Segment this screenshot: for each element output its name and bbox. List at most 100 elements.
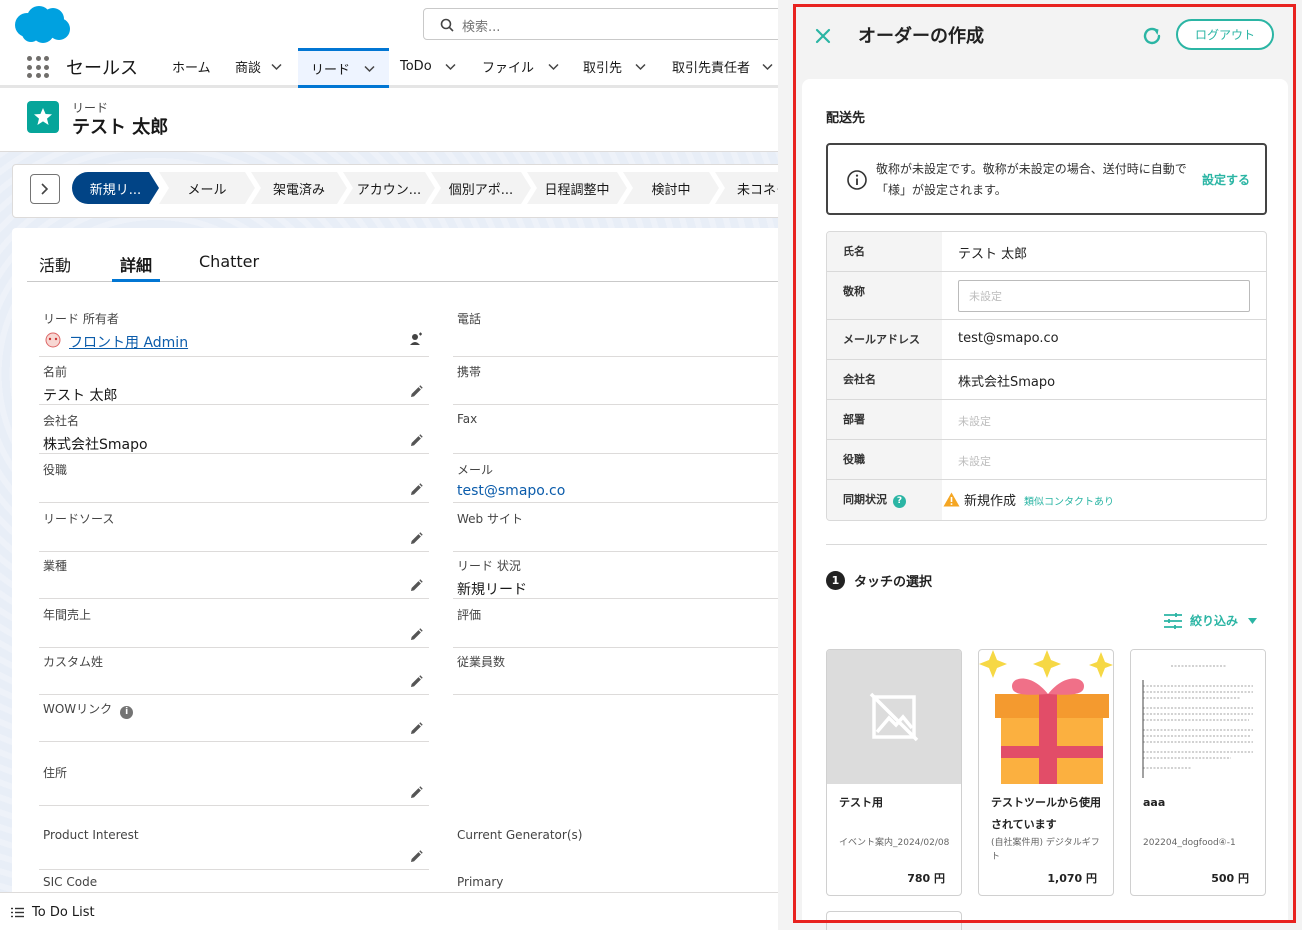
path-stage-appointment[interactable]: 個別アポ...: [431, 172, 531, 204]
similar-contact-link[interactable]: 類似コンタクトあり: [1024, 497, 1114, 508]
path-stage-unconnected[interactable]: 未コネク: [715, 172, 778, 204]
field-custom-lastname: カスタム姓: [39, 647, 429, 695]
path-stage-email[interactable]: メール: [159, 172, 255, 204]
pencil-icon[interactable]: [409, 675, 423, 689]
row-honorific: 敬称 未設定: [827, 272, 1266, 320]
sales-path: 新規リ... メール 架電済み アカウン... 個別アポ... 日程調整中 検討…: [12, 164, 778, 218]
chevron-down-icon[interactable]: [364, 63, 375, 74]
shipping-section-title: 配送先: [826, 111, 866, 126]
warning-icon: [943, 492, 960, 507]
change-owner-icon[interactable]: [409, 332, 423, 346]
salesforce-logo[interactable]: [13, 5, 73, 45]
tab-chatter[interactable]: Chatter: [199, 252, 259, 271]
field-lead-source: リードソース: [39, 504, 429, 552]
field-annual-revenue: 年間売上: [39, 600, 429, 648]
pencil-icon[interactable]: [409, 579, 423, 593]
field-industry: 業種: [39, 551, 429, 599]
gift-box-image: [979, 650, 1113, 784]
panel-header: オーダーの作成 ログアウト: [796, 7, 1293, 79]
field-address: 住所: [39, 758, 429, 806]
pencil-icon[interactable]: [409, 385, 423, 399]
list-icon[interactable]: [11, 907, 24, 918]
app-launcher-icon[interactable]: [27, 56, 49, 78]
chevron-down-icon[interactable]: [635, 61, 646, 72]
field-product-interest: Product Interest: [39, 822, 429, 870]
field-email: メール test@smapo.co: [453, 455, 778, 503]
record-detail-card: 活動 詳細 Chatter リード 所有者 フロント用 Admin 名前 テスト…: [12, 228, 778, 908]
chevron-down-icon[interactable]: [548, 61, 559, 72]
field-lead-owner: リード 所有者 フロント用 Admin: [39, 304, 429, 357]
path-stage-new[interactable]: 新規リ...: [72, 172, 159, 204]
field-current-generator: Current Generator(s): [457, 828, 583, 842]
path-stage-account[interactable]: アカウン...: [343, 172, 435, 204]
info-icon[interactable]: i: [120, 706, 134, 719]
row-sync-status: 同期状況? 新規作成 類似コンタクトあり: [827, 480, 1266, 520]
honorific-input[interactable]: 未設定: [958, 280, 1250, 312]
step-number: 1: [826, 571, 845, 590]
tab-details[interactable]: 詳細: [111, 252, 161, 282]
logout-button[interactable]: ログアウト: [1176, 19, 1274, 50]
email-link[interactable]: test@smapo.co: [457, 483, 565, 499]
pencil-icon[interactable]: [409, 722, 423, 736]
field-mobile: 携帯: [453, 357, 778, 405]
pencil-icon[interactable]: [409, 483, 423, 497]
info-icon: [847, 170, 867, 190]
chevron-down-icon[interactable]: [445, 61, 456, 72]
global-search-input[interactable]: 検索...: [423, 8, 778, 40]
help-icon[interactable]: ?: [893, 495, 906, 508]
global-header: 検索...: [0, 0, 778, 48]
gift-card[interactable]: テストツールから使用されています (自社案件用) デジタルギフト 1,070 円: [978, 649, 1114, 896]
gift-card[interactable]: aaa 202204_dogfood④-1 500 円: [1130, 649, 1266, 896]
pencil-icon[interactable]: [409, 786, 423, 800]
gift-subtitle: 202204_dogfood④-1: [1143, 838, 1236, 848]
search-placeholder: 検索...: [462, 20, 501, 35]
nav-item-home[interactable]: ホーム: [172, 48, 211, 85]
nav-item-opportunities[interactable]: 商談: [235, 48, 282, 85]
todo-list-utility[interactable]: To Do List: [32, 905, 95, 920]
pencil-icon[interactable]: [409, 434, 423, 448]
close-icon[interactable]: [814, 27, 832, 45]
nav-item-todo[interactable]: ToDo: [400, 48, 456, 85]
nav-item-accounts[interactable]: 取引先: [583, 48, 646, 85]
path-stage-considering[interactable]: 検討中: [623, 172, 719, 204]
caret-down-icon: [1248, 617, 1258, 624]
search-icon: [440, 18, 454, 32]
refresh-icon[interactable]: [1140, 24, 1164, 48]
path-expand-button[interactable]: [30, 174, 60, 204]
gift-price: 1,070 円: [1047, 872, 1097, 885]
pencil-icon[interactable]: [409, 532, 423, 546]
path-stage-called[interactable]: 架電済み: [251, 172, 347, 204]
pencil-icon[interactable]: [409, 628, 423, 642]
gift-card[interactable]: [826, 911, 962, 930]
row-title: 役職 未設定: [827, 440, 1266, 480]
filter-button[interactable]: 絞り込み: [1164, 612, 1265, 629]
gift-name: テスト用: [839, 796, 883, 809]
chevron-down-icon[interactable]: [762, 61, 773, 72]
set-honorific-link[interactable]: 設定する: [1202, 171, 1250, 188]
gift-price: 500 円: [1211, 872, 1249, 885]
utility-bar: To Do List: [0, 892, 778, 930]
chevron-down-icon[interactable]: [271, 61, 282, 72]
gift-card[interactable]: テスト用 イベント案内_2024/02/08 780 円: [826, 649, 962, 896]
row-email: メールアドレス test@smapo.co: [827, 320, 1266, 360]
lead-owner-link[interactable]: フロント用 Admin: [69, 332, 188, 352]
path-stage-scheduling[interactable]: 日程調整中: [527, 172, 627, 204]
field-company: 会社名 株式会社Smapo: [39, 406, 429, 454]
row-department: 部署 未設定: [827, 400, 1266, 440]
tab-activity[interactable]: 活動: [39, 252, 71, 276]
nav-item-leads[interactable]: リード: [298, 48, 389, 88]
panel-content: 配送先 敬称が未設定です。敬称が未設定の場合、送付時に自動で「様」が設定されます…: [802, 79, 1288, 930]
field-rating: 評価: [453, 600, 778, 648]
pencil-icon[interactable]: [409, 850, 423, 864]
field-fax: Fax: [453, 406, 778, 454]
field-phone: 電話: [453, 304, 778, 357]
record-name: テスト 太郎: [72, 117, 169, 138]
nav-item-files[interactable]: ファイル: [482, 48, 559, 85]
nav-item-contacts[interactable]: 取引先責任者: [672, 48, 773, 85]
field-wow-link: WOWリンク i: [39, 694, 429, 742]
gift-name: テストツールから使用されています: [991, 796, 1101, 831]
row-company: 会社名 株式会社Smapo: [827, 360, 1266, 400]
alert-text: 敬称が未設定です。敬称が未設定の場合、送付時に自動で「様」が設定されます。: [876, 162, 1187, 197]
recipient-fields: 氏名 テスト 太郎 敬称 未設定 メールアドレス test@smapo.co 会…: [826, 231, 1267, 521]
no-image-icon: [827, 650, 961, 784]
